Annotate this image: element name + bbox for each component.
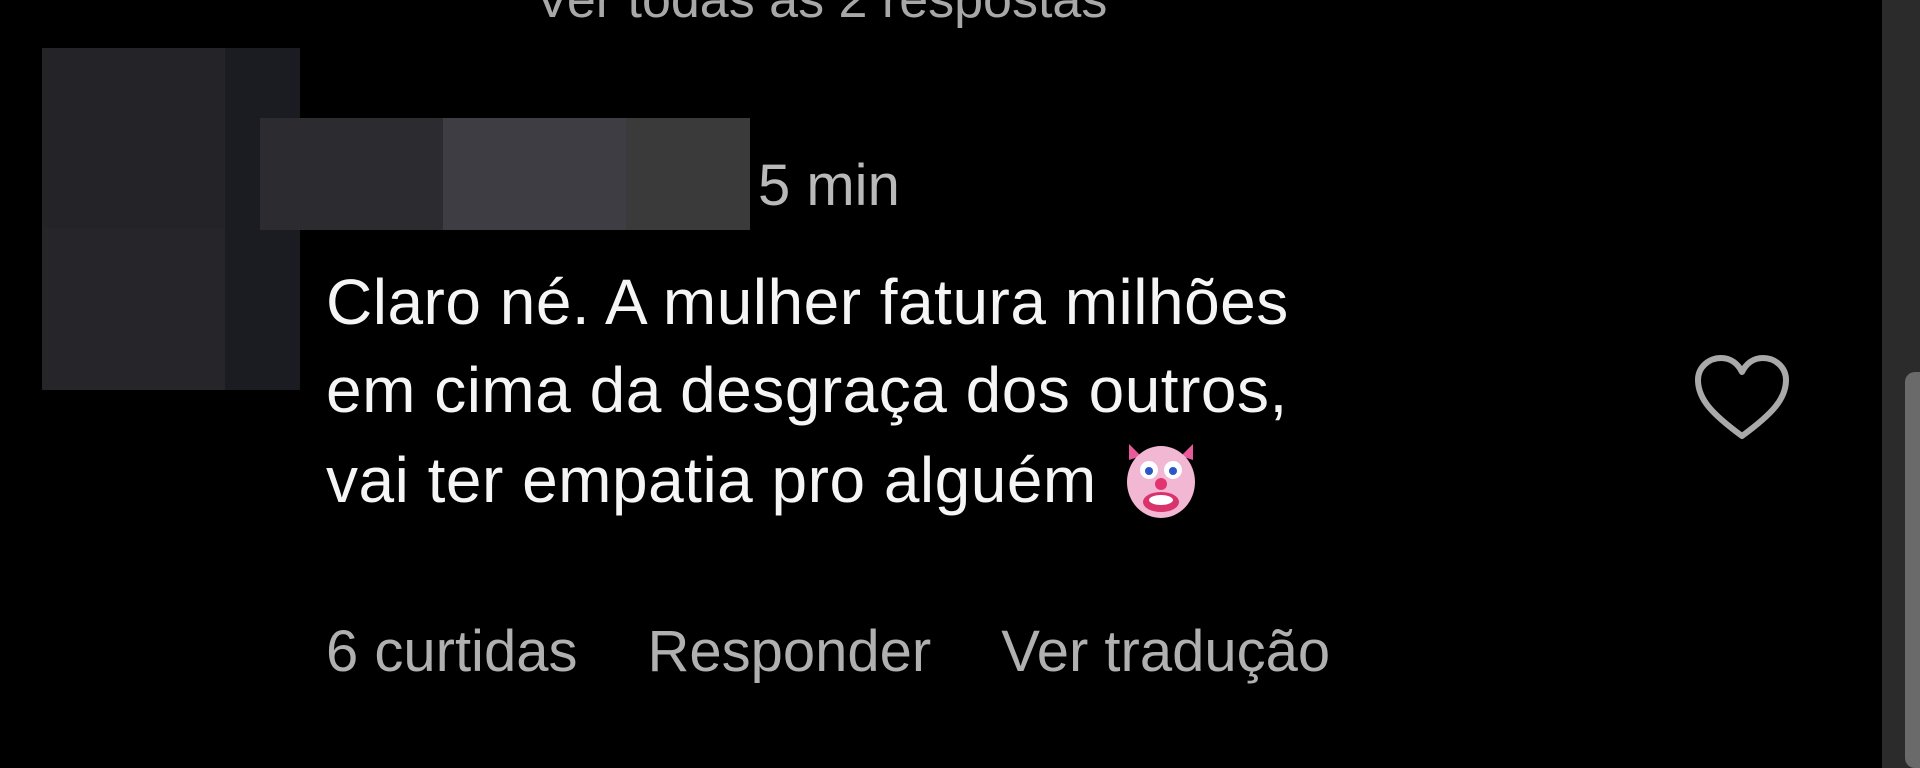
comment-line: Claro né. A mulher fatura milhões xyxy=(326,266,1289,338)
scrollbar-thumb[interactable] xyxy=(1905,372,1920,768)
username-redacted[interactable] xyxy=(260,118,750,230)
translate-button[interactable]: Ver tradução xyxy=(1001,618,1330,685)
comment-line-text: vai ter empatia pro alguém xyxy=(326,444,1097,516)
comment-timestamp: 5 min xyxy=(758,153,900,218)
comment-text: Claro né. A mulher fatura milhões em cim… xyxy=(326,258,1626,524)
avatar-pixel-block xyxy=(42,228,225,390)
view-replies-link[interactable]: Ver todas as 2 respostas xyxy=(535,0,1107,30)
reply-button[interactable]: Responder xyxy=(647,618,931,685)
comment-line: vai ter empatia pro alguém xyxy=(326,434,1626,524)
comment-line: em cima da desgraça dos outros, xyxy=(326,354,1288,426)
likes-count[interactable]: 6 curtidas xyxy=(326,618,577,685)
redaction-block xyxy=(443,118,626,230)
heart-outline-icon[interactable] xyxy=(1692,354,1792,444)
comment-actions: 6 curtidas Responder Ver tradução xyxy=(326,618,1330,685)
clown-face-emoji xyxy=(1126,444,1195,518)
redaction-block xyxy=(260,118,443,230)
redaction-block xyxy=(626,118,750,230)
